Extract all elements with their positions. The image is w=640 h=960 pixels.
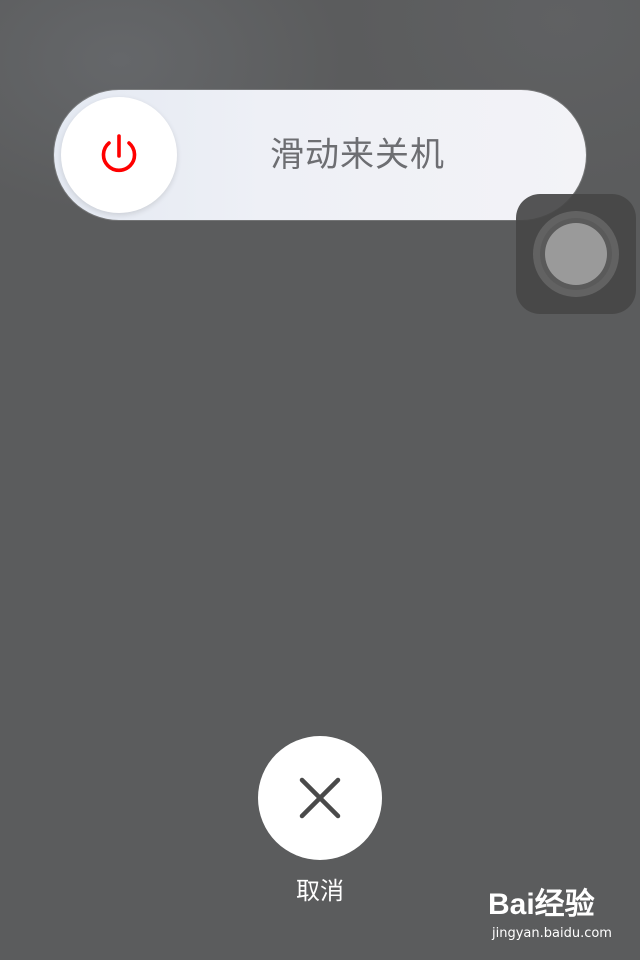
watermark-logo: Bai经验: [488, 888, 595, 922]
watermark-logo-text: Bai经验: [488, 888, 595, 921]
power-icon: [101, 134, 137, 173]
cancel-button[interactable]: [258, 736, 382, 860]
assistive-touch-button[interactable]: [516, 194, 636, 314]
slide-to-power-off-slider[interactable]: 滑动来关机: [54, 90, 586, 220]
slider-knob[interactable]: [61, 97, 177, 213]
baidu-jingyan-watermark: Bai经验 jingyan.baidu.com: [476, 884, 626, 950]
cancel-label: 取消: [296, 877, 344, 905]
slider-label: 滑动来关机: [270, 135, 445, 175]
assistive-touch-icon: [545, 223, 607, 285]
close-icon: [299, 777, 341, 819]
watermark-url: jingyan.baidu.com: [492, 926, 612, 941]
